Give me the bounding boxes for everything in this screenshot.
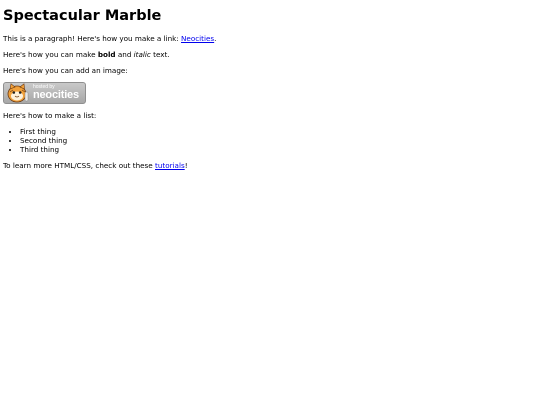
formatting-paragraph: Here's how you can make bold and italic … xyxy=(3,50,540,59)
page-content: Spectacular Marble This is a paragraph! … xyxy=(0,8,540,170)
learn-end-text: ! xyxy=(184,161,188,171)
hosted-by-neocities-badge: hosted by neocities xyxy=(3,82,86,105)
badge-big-text: neocities xyxy=(33,89,79,102)
neocities-link[interactable]: Neocities xyxy=(181,34,214,43)
list-intro-paragraph: Here's how to make a list: xyxy=(3,111,97,121)
learn-more-paragraph: To learn more HTML/CSS, check out these … xyxy=(3,161,540,170)
neocities-cat-icon xyxy=(7,83,29,103)
example-list: First thing Second thing Third thing xyxy=(3,127,540,154)
list-item: Third thing xyxy=(20,145,540,154)
bold-end-text: text. xyxy=(150,50,170,60)
badge-text: hosted by neocities xyxy=(33,85,79,101)
tutorials-link[interactable]: tutorials xyxy=(155,161,185,170)
list-item: First thing xyxy=(20,127,540,136)
intro-text: This is a paragraph! Here's how you make… xyxy=(3,34,182,44)
italic-word: italic xyxy=(133,50,151,60)
intro-paragraph: This is a paragraph! Here's how you make… xyxy=(3,34,540,43)
list-item: Second thing xyxy=(20,136,540,145)
bold-word: bold xyxy=(97,50,116,60)
bold-pre-text: Here's how you can make xyxy=(3,50,98,60)
bold-mid-text: and xyxy=(115,50,134,60)
learn-pre-text: To learn more HTML/CSS, check out these xyxy=(3,161,156,171)
image-paragraph: Here's how you can add an image: xyxy=(3,66,128,76)
intro-end: . xyxy=(214,34,217,44)
page-title: Spectacular Marble xyxy=(3,8,162,24)
